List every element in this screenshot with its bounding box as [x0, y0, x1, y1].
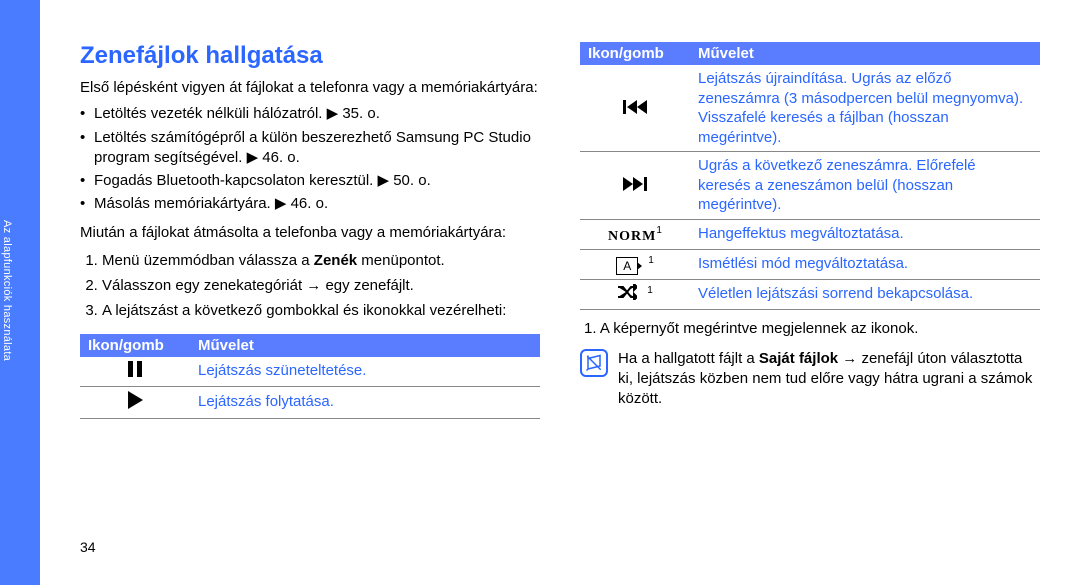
- controls-table-right: Ikon/gomb Művelet Lejátszás újraindítása…: [580, 42, 1040, 310]
- intro-text: Első lépésként vigyen át fájlokat a tele…: [80, 78, 540, 98]
- page-number: 34: [80, 539, 96, 555]
- pause-icon: [80, 357, 190, 387]
- list-item: Másolás memóriakártyára. ▶ 46. o.: [80, 194, 540, 214]
- row-desc: Lejátszás újraindítása. Ugrás az előző z…: [690, 65, 1040, 152]
- step-item: Válasszon egy zenekategóriát → egy zenef…: [102, 276, 540, 296]
- step-text: menüpontot.: [357, 252, 445, 269]
- table-footnote: 1. A képernyőt megérintve megjelennek az…: [580, 320, 1040, 337]
- page-content: Zenefájlok hallgatása Első lépésként vig…: [80, 42, 1040, 565]
- controls-table-left: Ikon/gomb Művelet Lejátszás szünetelteté…: [80, 334, 540, 419]
- table-row: Ugrás a következő zeneszámra. Előrefelé …: [580, 152, 1040, 220]
- table-header: Művelet: [690, 42, 1040, 65]
- next-track-icon: [580, 152, 690, 220]
- shuffle-icon: 1: [580, 279, 690, 309]
- steps-list: Menü üzemmódban válassza a Zenék menüpon…: [80, 251, 540, 322]
- table-row: A 1 Ismétlési mód megváltoztatása.: [580, 249, 1040, 279]
- sidebar-label: Az alapfunkciók használata: [1, 220, 13, 420]
- list-item: Fogadás Bluetooth-kapcsolaton keresztül.…: [80, 171, 540, 191]
- table-row: NORM1 Hangeffektus megváltoztatása.: [580, 219, 1040, 249]
- note-box: Ha a hallgatott fájlt a Saját fájlok → z…: [580, 349, 1040, 410]
- table-row: 1 Véletlen lejátszási sorrend bekapcsolá…: [580, 279, 1040, 309]
- row-desc: Véletlen lejátszási sorrend bekapcsolása…: [690, 279, 1040, 309]
- row-desc: Ugrás a következő zeneszámra. Előrefelé …: [690, 152, 1040, 220]
- norm-icon: NORM1: [580, 219, 690, 249]
- previous-track-icon: [580, 65, 690, 152]
- left-column: Zenefájlok hallgatása Első lépésként vig…: [80, 42, 540, 565]
- bullet-list: Letöltés vezeték nélküli hálózatról. ▶ 3…: [80, 104, 540, 214]
- right-column: Ikon/gomb Művelet Lejátszás újraindítása…: [580, 42, 1040, 565]
- repeat-mode-icon: A 1: [580, 249, 690, 279]
- step-bold: Zenék: [314, 252, 357, 269]
- row-desc: Lejátszás szüneteltetése.: [190, 357, 540, 387]
- list-item: Letöltés számítógépről a külön beszerezh…: [80, 128, 540, 169]
- row-desc: Ismétlési mód megváltoztatása.: [690, 249, 1040, 279]
- note-icon: [580, 349, 608, 377]
- table-row: Lejátszás szüneteltetése.: [80, 357, 540, 387]
- row-desc: Hangeffektus megváltoztatása.: [690, 219, 1040, 249]
- row-desc: Lejátszás folytatása.: [190, 386, 540, 418]
- step-item: Menü üzemmódban válassza a Zenék menüpon…: [102, 251, 540, 271]
- table-header: Ikon/gomb: [80, 334, 190, 357]
- table-row: Lejátszás folytatása.: [80, 386, 540, 418]
- play-icon: [80, 386, 190, 418]
- note-text: Ha a hallgatott fájlt a Saját fájlok → z…: [618, 349, 1040, 410]
- sidebar-tab: Az alapfunkciók használata: [0, 0, 40, 585]
- table-header: Ikon/gomb: [580, 42, 690, 65]
- step-item: A lejátszást a következő gombokkal és ik…: [102, 301, 540, 321]
- table-header: Művelet: [190, 334, 540, 357]
- after-copy-text: Miután a fájlokat átmásolta a telefonba …: [80, 223, 540, 243]
- table-row: Lejátszás újraindítása. Ugrás az előző z…: [580, 65, 1040, 152]
- list-item: Letöltés vezeték nélküli hálózatról. ▶ 3…: [80, 104, 540, 124]
- step-text: Menü üzemmódban válassza a: [102, 252, 314, 269]
- page-title: Zenefájlok hallgatása: [80, 42, 540, 70]
